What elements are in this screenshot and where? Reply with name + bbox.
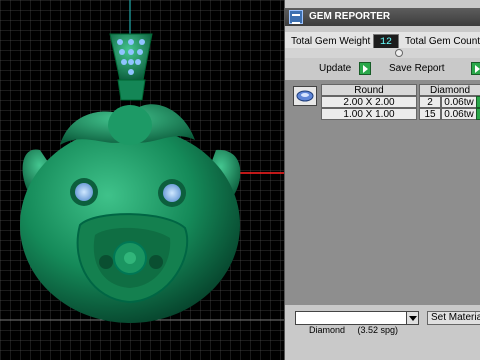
set-material-button[interactable]: Set Materia — [427, 311, 480, 325]
gem-weight-cell: 0.06tw — [441, 96, 477, 108]
row-select-button[interactable] — [476, 108, 480, 120]
save-report-arrow-icon[interactable] — [471, 62, 480, 75]
gem-count-cell: 15 — [419, 108, 441, 120]
total-gem-weight-value: 12 — [373, 34, 399, 49]
gem-material-header: Diamond — [419, 84, 480, 96]
update-button[interactable]: Update — [319, 62, 351, 76]
gem-reporter-icon — [289, 10, 303, 24]
material-select[interactable]: Diamond (3.52 spg) — [295, 311, 419, 335]
total-gem-count-label: Total Gem Count — [405, 36, 480, 47]
panel-splitter[interactable] — [285, 48, 480, 58]
viewport-scene — [0, 0, 284, 360]
gem-shape-header: Round — [321, 84, 417, 96]
update-arrow-icon[interactable] — [359, 62, 371, 75]
material-select-value: Diamond (3.52 spg) — [309, 325, 399, 335]
gem-weight-cell: 0.06tw — [441, 108, 477, 120]
gem-count-cell: 2 — [419, 96, 441, 108]
3d-viewport[interactable] — [0, 0, 284, 360]
panel-title: GEM REPORTER — [309, 11, 391, 22]
splitter-knob[interactable] — [395, 49, 403, 57]
round-gem-icon[interactable] — [293, 86, 317, 106]
panel-titlebar[interactable]: GEM REPORTER — [285, 8, 480, 26]
save-report-button[interactable]: Save Report — [389, 62, 445, 76]
gem-reporter-panel: GEM REPORTER Total Gem Weight 12 Total G… — [284, 0, 480, 360]
gem-size-cell: 1.00 X 1.00 — [321, 108, 417, 120]
row-select-button[interactable] — [476, 96, 480, 108]
total-gem-weight-label: Total Gem Weight — [291, 36, 371, 47]
gem-size-cell: 2.00 X 2.00 — [321, 96, 417, 108]
chevron-down-icon[interactable] — [406, 312, 418, 324]
